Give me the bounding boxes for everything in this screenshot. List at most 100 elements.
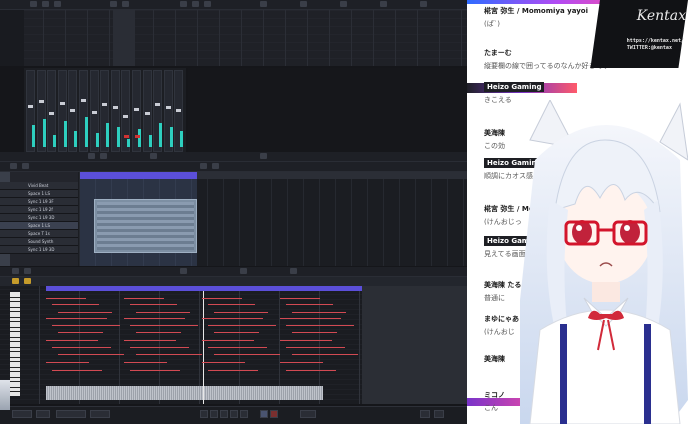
fader-handle[interactable]: [81, 98, 86, 102]
toolbar-button[interactable]: [192, 1, 199, 7]
toolbar-button[interactable]: [12, 268, 19, 274]
midi-note[interactable]: [130, 304, 177, 305]
tempo-display[interactable]: [300, 410, 316, 418]
midi-note[interactable]: [46, 340, 98, 341]
velocity-lane[interactable]: [46, 386, 323, 400]
mixer-channel[interactable]: [89, 70, 99, 152]
toolbar-button[interactable]: [420, 1, 427, 7]
mixer-channel[interactable]: [163, 70, 173, 152]
toolbar-button[interactable]: [88, 153, 95, 159]
midi-note[interactable]: [52, 347, 111, 348]
record-arm-button[interactable]: [124, 135, 130, 138]
fader-handle[interactable]: [112, 106, 118, 109]
midi-note[interactable]: [286, 325, 354, 326]
midi-note[interactable]: [130, 370, 180, 371]
mixer-channel[interactable]: [68, 70, 78, 152]
midi-note[interactable]: [136, 312, 190, 313]
track-header[interactable]: Space 1 LS: [0, 222, 78, 230]
mixer-channel[interactable]: [36, 70, 46, 152]
toolbar-button[interactable]: [22, 163, 29, 169]
record-arm-button[interactable]: [135, 135, 140, 138]
piano-keys[interactable]: [10, 292, 20, 396]
toolbar-button[interactable]: [300, 1, 307, 7]
toolbar-button[interactable]: [180, 1, 187, 7]
arrange-ruler-loop[interactable]: [80, 172, 197, 179]
mixer-channel[interactable]: [132, 70, 141, 152]
play-button[interactable]: [260, 410, 268, 418]
midi-note[interactable]: [280, 340, 332, 341]
midi-note[interactable]: [208, 304, 255, 305]
midi-note[interactable]: [52, 304, 99, 305]
mixer-channel[interactable]: [79, 70, 88, 152]
mixer-channel[interactable]: [121, 70, 131, 152]
midi-note[interactable]: [202, 340, 254, 341]
midi-note[interactable]: [280, 318, 341, 319]
midi-note[interactable]: [136, 332, 181, 333]
mixer-channel[interactable]: [142, 70, 152, 152]
midi-note[interactable]: [286, 304, 333, 305]
midi-note[interactable]: [124, 340, 176, 341]
key-editor-ruler-loop[interactable]: [46, 286, 362, 291]
midi-clip[interactable]: [94, 199, 197, 253]
midi-note[interactable]: [52, 370, 102, 371]
toolbar-button[interactable]: [10, 163, 17, 169]
midi-note[interactable]: [292, 312, 346, 313]
mixer-channel[interactable]: [47, 70, 57, 152]
toolbar-button[interactable]: [290, 268, 297, 274]
midi-note[interactable]: [58, 354, 124, 355]
fader-handle[interactable]: [155, 103, 161, 106]
midi-note[interactable]: [130, 347, 189, 348]
midi-note[interactable]: [124, 362, 167, 363]
midi-note[interactable]: [292, 354, 358, 355]
midi-note[interactable]: [214, 332, 259, 333]
toolbar-button[interactable]: [54, 1, 61, 7]
toolbar-button[interactable]: [24, 268, 31, 274]
toolbar-button[interactable]: [42, 1, 49, 7]
arrange-ruler[interactable]: [197, 172, 467, 179]
transport-button[interactable]: [230, 410, 238, 418]
midi-note[interactable]: [136, 354, 202, 355]
fader-handle[interactable]: [28, 104, 33, 108]
midi-note[interactable]: [130, 325, 198, 326]
toolbar-button[interactable]: [340, 1, 347, 7]
fader-handle[interactable]: [165, 106, 171, 109]
midi-note[interactable]: [52, 325, 120, 326]
toolbar-button[interactable]: [204, 1, 211, 7]
upper-editor[interactable]: [0, 10, 467, 66]
track-header[interactable]: Sync 1 L9 2f: [0, 206, 78, 214]
fader-handle[interactable]: [102, 103, 108, 106]
midi-note[interactable]: [202, 298, 242, 299]
midi-note[interactable]: [214, 354, 280, 355]
toolbar-button[interactable]: [24, 278, 31, 284]
toolbar-button[interactable]: [180, 268, 187, 274]
mixer-channel[interactable]: [110, 70, 120, 152]
fader-handle[interactable]: [144, 112, 150, 115]
fader-handle[interactable]: [176, 109, 182, 112]
track-header[interactable]: Vivid Beat: [0, 182, 78, 190]
fader-handle[interactable]: [49, 112, 55, 115]
midi-note[interactable]: [46, 362, 89, 363]
toolbar-button[interactable]: [12, 278, 19, 284]
midi-note[interactable]: [58, 312, 112, 313]
midi-note[interactable]: [280, 362, 323, 363]
track-header[interactable]: Sound Synth: [0, 238, 78, 246]
toolbar-button[interactable]: [260, 1, 267, 7]
transport-button[interactable]: [210, 410, 218, 418]
fader-handle[interactable]: [134, 107, 139, 111]
toolbar-button[interactable]: [260, 153, 267, 159]
midi-note[interactable]: [208, 347, 267, 348]
mixer-channel[interactable]: [57, 70, 67, 152]
track-header[interactable]: Space 1 LS: [0, 190, 78, 198]
transport-button[interactable]: [220, 410, 228, 418]
record-button[interactable]: [270, 410, 278, 418]
toolbar-button[interactable]: [212, 163, 219, 169]
mixer-channel[interactable]: [174, 70, 184, 152]
midi-note[interactable]: [280, 298, 320, 299]
toolbar-button[interactable]: [122, 1, 129, 7]
toolbar-button[interactable]: [100, 153, 107, 159]
mixer-channel[interactable]: [100, 70, 110, 152]
midi-note[interactable]: [124, 318, 185, 319]
fader-handle[interactable]: [38, 100, 44, 103]
mixer-channel[interactable]: [26, 70, 35, 152]
fader-handle[interactable]: [59, 101, 65, 105]
